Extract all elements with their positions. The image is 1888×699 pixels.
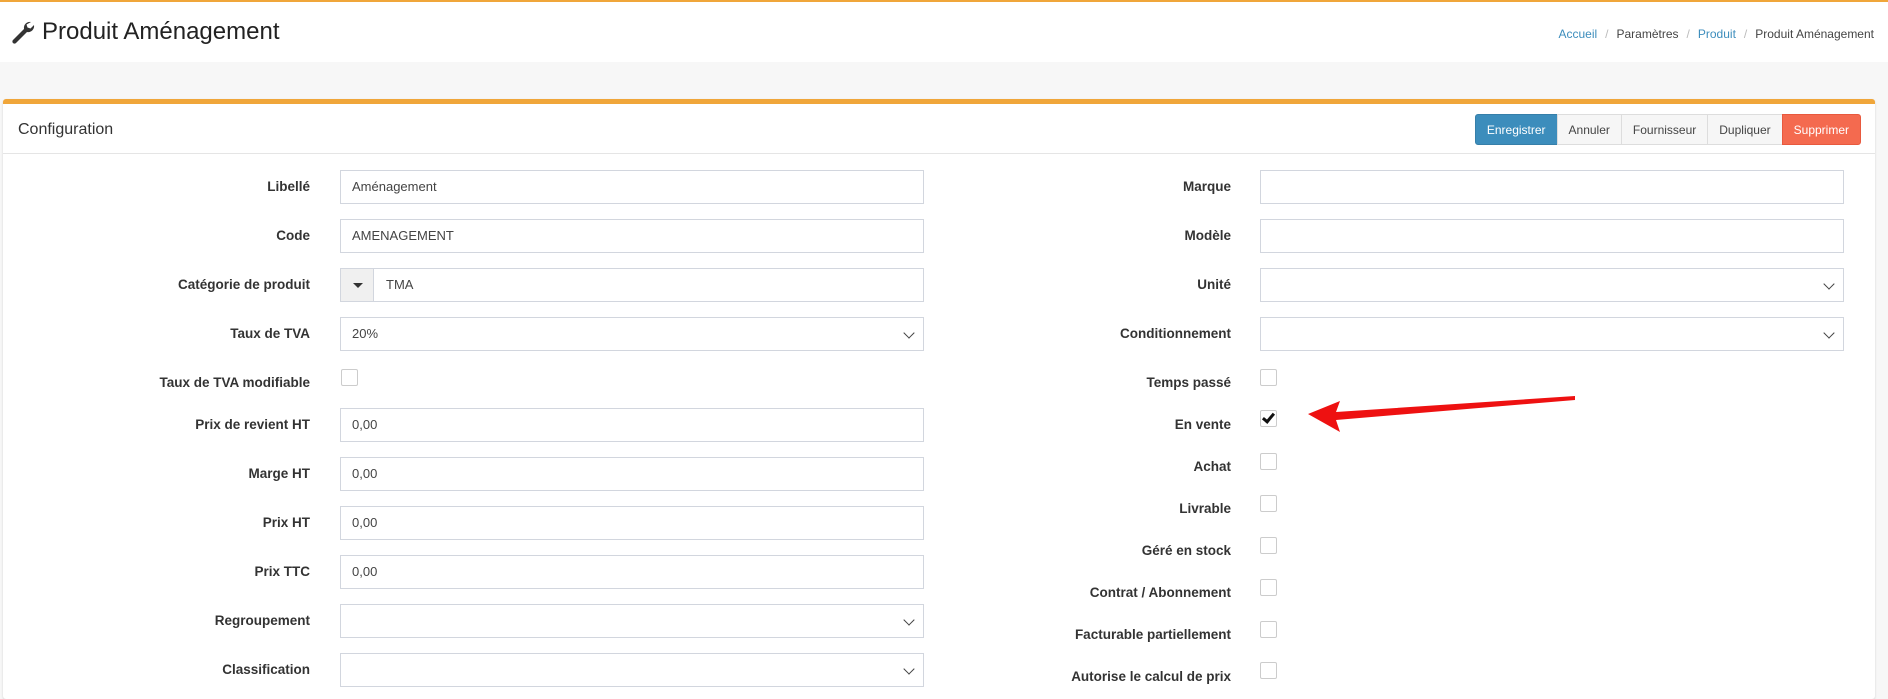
annotation-arrow-icon	[1308, 396, 1575, 432]
